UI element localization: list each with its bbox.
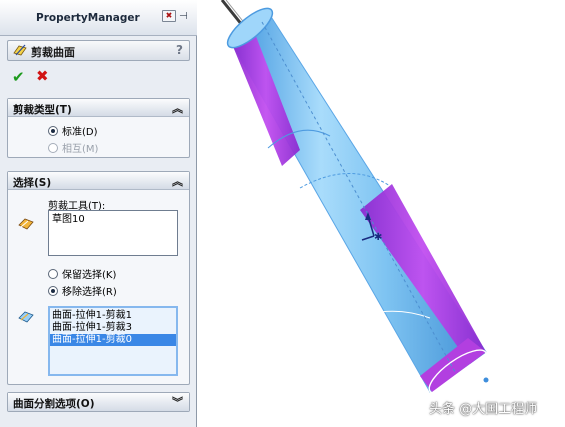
list-item[interactable]: 曲面-拉伸1-剪裁3 <box>50 322 176 334</box>
trim-type-title: 剪裁类型(T) <box>13 104 72 116</box>
selection-group-header[interactable]: 选择(S) ︽ <box>8 172 189 190</box>
feature-title-bar: 剪裁曲面 ? <box>7 40 190 61</box>
trim-surface-icon <box>13 44 27 56</box>
help-icon[interactable]: ? <box>176 43 183 57</box>
radio-standard-dot[interactable] <box>48 125 58 136</box>
radio-standard[interactable]: 标准(D) <box>48 123 98 138</box>
graphics-viewport[interactable]: ✱ <box>198 0 565 427</box>
trim-type-group-header[interactable]: 剪裁类型(T) ︽ <box>8 99 189 117</box>
radio-keep-dot[interactable] <box>48 268 58 279</box>
watermark: 头条 @大国工程师 <box>429 402 538 417</box>
property-manager-panel: PropertyManager ✖ ⊣ 剪裁曲面 ? ✔ ✖ 剪裁类型(T) ︽… <box>0 0 197 427</box>
list-item-selected[interactable]: 曲面-拉伸1-剪裁0 <box>50 334 176 346</box>
split-options-group: 曲面分割选项(O) ︾ <box>7 392 190 412</box>
chevron-up-icon[interactable]: ︽ <box>172 100 183 116</box>
radio-remove-label: 移除选择(R) <box>62 287 117 298</box>
trim-type-group: 剪裁类型(T) ︽ 标准(D) 相互(M) <box>7 98 190 158</box>
panel-header: PropertyManager ✖ ⊣ <box>0 0 197 36</box>
collapse-panel-icon[interactable]: ✖ <box>162 10 176 22</box>
trim-tool-selector-icon <box>18 218 34 230</box>
chevron-down-icon[interactable]: ︾ <box>172 394 183 410</box>
selection-group: 选择(S) ︽ 剪裁工具(T): 草图10 保留选择(K) 移除选择(R) 曲面… <box>7 171 190 385</box>
radio-mutual-label: 相互(M) <box>62 144 99 155</box>
radio-standard-label: 标准(D) <box>62 127 98 138</box>
split-options-header[interactable]: 曲面分割选项(O) ︾ <box>8 393 189 411</box>
split-options-title: 曲面分割选项(O) <box>13 398 95 410</box>
feature-title: 剪裁曲面 <box>31 46 75 59</box>
radio-mutual: 相互(M) <box>48 140 98 155</box>
cylinder-surface[interactable] <box>222 2 493 401</box>
list-item[interactable]: 曲面-拉伸1-剪裁1 <box>50 310 176 322</box>
trim-tool-value[interactable]: 草图10 <box>49 214 177 226</box>
pieces-selector-icon <box>18 311 34 323</box>
cancel-x-icon[interactable]: ✖ <box>36 67 49 85</box>
ok-check-icon[interactable]: ✔ <box>12 68 25 86</box>
trim-tool-box[interactable]: 草图10 <box>48 210 178 256</box>
svg-text:✱: ✱ <box>374 232 382 243</box>
selection-title: 选择(S) <box>13 177 52 189</box>
radio-remove-dot[interactable] <box>48 285 58 296</box>
pieces-list[interactable]: 曲面-拉伸1-剪裁1 曲面-拉伸1-剪裁3 曲面-拉伸1-剪裁0 <box>48 306 178 376</box>
radio-keep-label: 保留选择(K) <box>62 270 117 281</box>
header-controls: ✖ ⊣ <box>162 10 188 22</box>
radio-remove-selection[interactable]: 移除选择(R) <box>48 283 117 298</box>
panel-header-title: PropertyManager <box>36 12 140 24</box>
pin-icon[interactable]: ⊣ <box>179 11 188 22</box>
sketch-point <box>483 377 489 383</box>
radio-mutual-dot <box>48 142 58 153</box>
radio-keep-selection[interactable]: 保留选择(K) <box>48 266 116 281</box>
chevron-up-icon[interactable]: ︽ <box>172 173 183 189</box>
